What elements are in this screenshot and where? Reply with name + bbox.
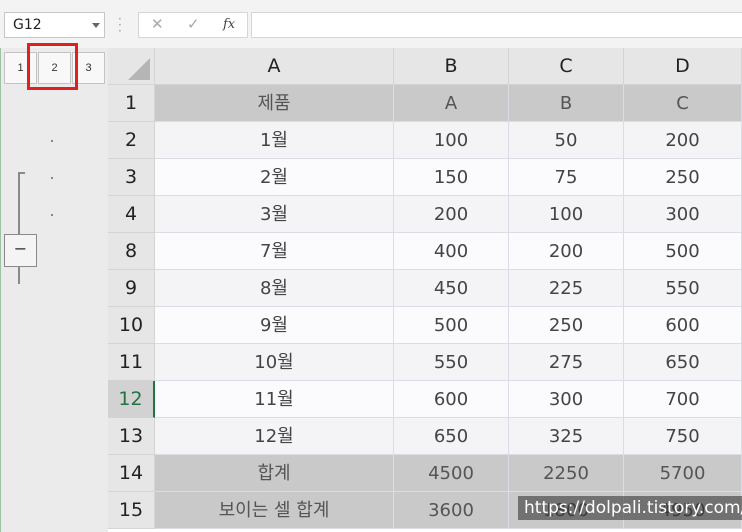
cell-d8[interactable]: 500 [624,233,742,270]
column-header-b[interactable]: B [394,48,509,85]
cell-c4[interactable]: 100 [509,196,624,233]
cell-b11[interactable]: 550 [394,344,509,381]
cell-c14[interactable]: 2250 [509,455,624,492]
cell-d10[interactable]: 600 [624,307,742,344]
level-highlight-box [27,43,78,90]
row-header-3[interactable]: 3 [108,159,155,196]
column-header-d[interactable]: D [624,48,742,85]
cell-a10[interactable]: 9월 [155,307,394,344]
cell-b1[interactable]: A [394,85,509,122]
cell-c13[interactable]: 325 [509,418,624,455]
cell-c9[interactable]: 225 [509,270,624,307]
group-dot [51,214,53,216]
row-header-4[interactable]: 4 [108,196,155,233]
cell-a9[interactable]: 8월 [155,270,394,307]
formula-buttons: ✕ ✓ fx [138,12,248,38]
select-all-triangle-icon [128,58,150,80]
cell-b2[interactable]: 100 [394,122,509,159]
group-bracket [18,172,20,284]
formula-toolbar: G12 · · · ✕ ✓ fx [0,0,742,48]
group-dot [51,177,53,179]
row-header-15[interactable]: 15 [108,492,155,529]
cell-b8[interactable]: 400 [394,233,509,270]
row-header-2[interactable]: 2 [108,122,155,159]
row-header-9[interactable]: 9 [108,270,155,307]
cell-d11[interactable]: 650 [624,344,742,381]
cell-b9[interactable]: 450 [394,270,509,307]
cell-b13[interactable]: 650 [394,418,509,455]
cell-d14[interactable]: 5700 [624,455,742,492]
row-header-11[interactable]: 11 [108,344,155,381]
cell-a4[interactable]: 3월 [155,196,394,233]
cell-c12[interactable]: 300 [509,381,624,418]
chevron-down-icon[interactable] [92,23,100,28]
cell-d13[interactable]: 750 [624,418,742,455]
cell-b15[interactable]: 3600 [394,492,509,529]
cell-a14[interactable]: 합계 [155,455,394,492]
column-header-a[interactable]: A [155,48,394,85]
cell-a8[interactable]: 7월 [155,233,394,270]
cell-d12[interactable]: 700 [624,381,742,418]
cancel-icon[interactable]: ✕ [151,15,164,33]
cell-c8[interactable]: 200 [509,233,624,270]
cell-a3[interactable]: 2월 [155,159,394,196]
cell-b12[interactable]: 600 [394,381,509,418]
cell-d1[interactable]: C [624,85,742,122]
cell-c3[interactable]: 75 [509,159,624,196]
cell-c2[interactable]: 50 [509,122,624,159]
column-header-c[interactable]: C [509,48,624,85]
cell-d9[interactable]: 550 [624,270,742,307]
enter-icon[interactable]: ✓ [187,15,200,33]
cell-d3[interactable]: 250 [624,159,742,196]
drag-handle-icon[interactable]: · · · [118,13,122,37]
group-dot [51,140,53,142]
cell-d2[interactable]: 200 [624,122,742,159]
outline-pane: 1 2 3 − [0,48,108,532]
insert-function-icon[interactable]: fx [223,17,235,32]
cell-d4[interactable]: 300 [624,196,742,233]
name-box-value: G12 [13,17,42,33]
cell-c10[interactable]: 250 [509,307,624,344]
cell-b3[interactable]: 150 [394,159,509,196]
row-header-13[interactable]: 13 [108,418,155,455]
row-header-14[interactable]: 14 [108,455,155,492]
collapse-group-button[interactable]: − [4,234,37,267]
formula-bar-input[interactable] [251,12,742,38]
cell-a13[interactable]: 12월 [155,418,394,455]
cell-a12[interactable]: 11월 [155,381,394,418]
select-all-corner[interactable] [108,48,155,85]
cell-b4[interactable]: 200 [394,196,509,233]
row-header-10[interactable]: 10 [108,307,155,344]
cell-c1[interactable]: B [509,85,624,122]
row-header-1[interactable]: 1 [108,85,155,122]
cell-b10[interactable]: 500 [394,307,509,344]
cell-a11[interactable]: 10월 [155,344,394,381]
row-header-8[interactable]: 8 [108,233,155,270]
row-header-12[interactable]: 12 [108,381,155,418]
name-box[interactable]: G12 [4,12,105,38]
cell-a15[interactable]: 보이는 셀 합계 [155,492,394,529]
cell-b14[interactable]: 4500 [394,455,509,492]
group-bracket-top [18,172,25,174]
cell-a1[interactable]: 제품 [155,85,394,122]
watermark: https://dolpali.tistory.com/ [518,496,742,520]
cell-c11[interactable]: 275 [509,344,624,381]
cell-a2[interactable]: 1월 [155,122,394,159]
